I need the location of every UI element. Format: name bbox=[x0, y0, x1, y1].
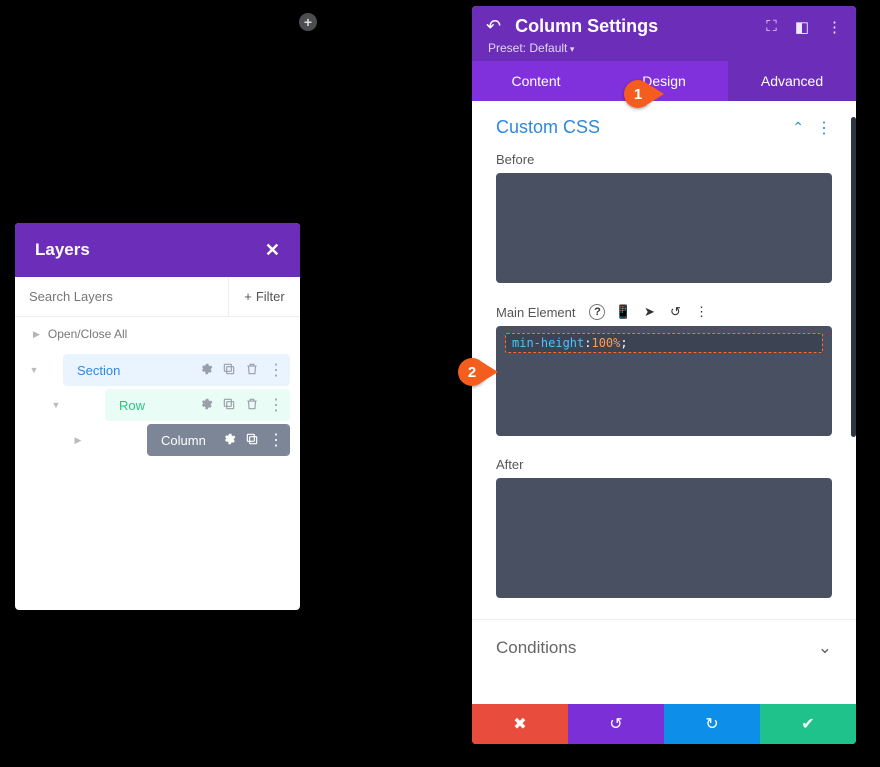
before-label: Before bbox=[496, 152, 534, 167]
settings-body: Custom CSS ⌃ ⋮ Before Main Element ? 📱 ➤… bbox=[472, 101, 856, 704]
filter-label: Filter bbox=[256, 289, 285, 304]
trash-icon[interactable] bbox=[245, 362, 259, 379]
open-close-all[interactable]: ▶ Open/Close All bbox=[15, 317, 300, 351]
scrollbar[interactable] bbox=[851, 117, 856, 437]
help-icon[interactable]: ? bbox=[589, 304, 605, 320]
conditions-label: Conditions bbox=[496, 638, 576, 658]
tab-design[interactable]: Design bbox=[600, 61, 728, 101]
gear-icon[interactable] bbox=[199, 362, 213, 379]
duplicate-icon[interactable] bbox=[245, 432, 259, 449]
gear-icon[interactable] bbox=[222, 432, 236, 449]
more-icon[interactable]: ⋮ bbox=[827, 18, 842, 36]
save-button[interactable]: ✔ bbox=[760, 704, 856, 744]
tab-content[interactable]: Content bbox=[472, 61, 600, 101]
search-input[interactable] bbox=[15, 277, 228, 316]
row-label: Row bbox=[119, 398, 145, 413]
more-icon[interactable] bbox=[268, 433, 282, 447]
more-icon[interactable] bbox=[268, 398, 282, 412]
more-icon[interactable]: ⋮ bbox=[693, 304, 709, 320]
tab-advanced[interactable]: Advanced bbox=[728, 61, 856, 101]
main-element-code-input[interactable]: min-height:100%; bbox=[496, 326, 832, 436]
duplicate-icon[interactable] bbox=[222, 397, 236, 414]
tree-row-section: ▼ Section bbox=[25, 354, 290, 386]
close-icon[interactable]: ✕ bbox=[265, 240, 280, 261]
settings-footer: ✖ ↺ ↻ ✔ bbox=[472, 704, 856, 744]
plus-icon: + bbox=[244, 289, 252, 304]
panel-title: Column Settings bbox=[515, 16, 766, 37]
reset-icon[interactable]: ↺ bbox=[667, 304, 683, 320]
settings-titlebar: ↶ Column Settings ⛶ ◧ ⋮ Preset: Default bbox=[472, 6, 856, 61]
layers-toolbar: + Filter bbox=[15, 277, 300, 317]
before-code-input[interactable] bbox=[496, 173, 832, 283]
main-element-label: Main Element bbox=[496, 305, 575, 320]
hover-icon[interactable]: ➤ bbox=[641, 304, 657, 320]
layers-panel: Layers ✕ + Filter ▶ Open/Close All ▼ Sec… bbox=[15, 223, 300, 610]
section-title[interactable]: Custom CSS bbox=[496, 117, 600, 138]
cancel-button[interactable]: ✖ bbox=[472, 704, 568, 744]
layers-header: Layers ✕ bbox=[15, 223, 300, 277]
layers-title: Layers bbox=[35, 240, 90, 260]
trash-icon[interactable] bbox=[245, 397, 259, 414]
back-icon[interactable]: ↶ bbox=[486, 16, 501, 37]
sidebar-icon[interactable]: ◧ bbox=[795, 18, 809, 36]
conditions-section[interactable]: Conditions ⌄ bbox=[472, 619, 856, 668]
chevron-down-icon[interactable]: ▼ bbox=[47, 400, 65, 410]
settings-tabs: Content Design Advanced bbox=[472, 61, 856, 101]
section-item[interactable]: Section bbox=[63, 354, 290, 386]
open-close-all-label: Open/Close All bbox=[48, 327, 127, 341]
chevron-up-icon[interactable]: ⌃ bbox=[792, 119, 804, 136]
section-label: Section bbox=[77, 363, 120, 378]
add-button[interactable]: + bbox=[299, 13, 317, 31]
gear-icon[interactable] bbox=[199, 397, 213, 414]
expand-icon[interactable]: ⛶ bbox=[766, 18, 777, 35]
column-item[interactable]: Column bbox=[147, 424, 290, 456]
chevron-right-icon[interactable]: ▶ bbox=[69, 435, 87, 446]
row-item[interactable]: Row bbox=[105, 389, 290, 421]
chevron-down-icon[interactable]: ▼ bbox=[25, 365, 43, 375]
preset-selector[interactable]: Preset: Default bbox=[488, 41, 842, 55]
more-icon[interactable] bbox=[268, 363, 282, 377]
chevron-right-icon: ▶ bbox=[33, 329, 40, 340]
column-label: Column bbox=[161, 433, 206, 448]
undo-button[interactable]: ↺ bbox=[568, 704, 664, 744]
mobile-icon[interactable]: 📱 bbox=[615, 304, 631, 320]
duplicate-icon[interactable] bbox=[222, 362, 236, 379]
after-label: After bbox=[496, 457, 523, 472]
more-icon[interactable]: ⋮ bbox=[816, 118, 832, 138]
after-code-input[interactable] bbox=[496, 478, 832, 598]
filter-button[interactable]: + Filter bbox=[228, 277, 300, 316]
chevron-down-icon: ⌄ bbox=[818, 638, 832, 658]
redo-button[interactable]: ↻ bbox=[664, 704, 760, 744]
tree-row-column: ▶ Column bbox=[25, 424, 290, 456]
column-settings-panel: ↶ Column Settings ⛶ ◧ ⋮ Preset: Default … bbox=[472, 6, 856, 744]
tree-row-row: ▼ Row bbox=[25, 389, 290, 421]
